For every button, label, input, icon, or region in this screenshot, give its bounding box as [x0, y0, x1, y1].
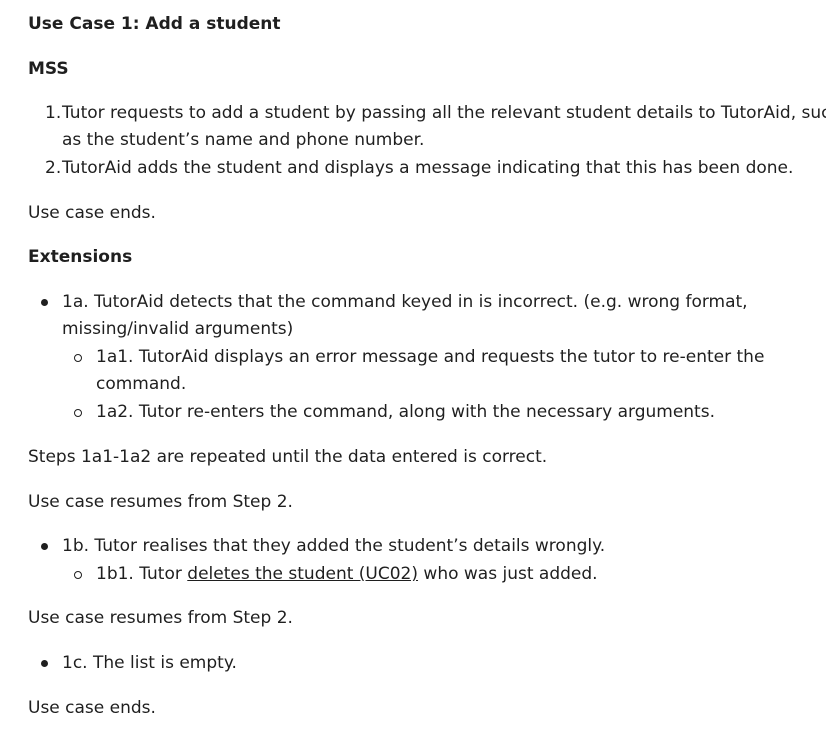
use-case-ends-text: Use case ends.: [28, 203, 156, 223]
mss-step-1-text: Tutor requests to add a student by passi…: [62, 103, 826, 123]
use-case-title: Use Case 1: Add a student: [28, 14, 281, 34]
extension-1a1-text: 1a1. TutorAid displays an error message …: [96, 347, 765, 367]
mss-step-2-text: TutorAid adds the student and displays a…: [62, 158, 794, 178]
steps-repeat-text: Steps 1a1-1a2 are repeated until the dat…: [28, 447, 548, 467]
extension-1a-text: 1a. TutorAid detects that the command ke…: [62, 292, 748, 312]
mss-step-1-number: 1.: [45, 103, 62, 123]
delete-student-link[interactable]: deletes the student (UC02): [187, 564, 418, 584]
extension-1b-text: 1b. Tutor realises that they added the s…: [62, 536, 606, 556]
extension-1a2-text: 1a2. Tutor re-enters the command, along …: [96, 402, 715, 422]
extension-1b1-prefix: 1b1. Tutor: [96, 564, 188, 584]
use-case-ends-text-2: Use case ends.: [28, 698, 156, 718]
bullet-dot-icon: [41, 543, 48, 550]
bullet-circle-icon: [74, 571, 82, 579]
extensions-heading: Extensions: [28, 247, 133, 267]
use-case-resumes-text: Use case resumes from Step 2.: [28, 492, 293, 512]
mss-heading: MSS: [28, 59, 69, 79]
extension-1b1-text: 1b1. Tutor deletes the student (UC02) wh…: [96, 562, 598, 586]
use-case-resumes-text-2: Use case resumes from Step 2.: [28, 608, 293, 628]
bullet-circle-icon: [74, 409, 82, 417]
extension-1a1-text-cont: command.: [96, 374, 187, 394]
extension-1b1-suffix: who was just added.: [418, 564, 598, 584]
mss-step-1-text-cont: as the student’s name and phone number.: [62, 130, 425, 150]
bullet-dot-icon: [41, 299, 48, 306]
extension-1a-text-cont: missing/invalid arguments): [62, 319, 294, 339]
mss-step-2-number: 2.: [45, 158, 62, 178]
bullet-dot-icon: [41, 660, 48, 667]
extension-1c-text: 1c. The list is empty.: [62, 653, 237, 673]
bullet-circle-icon: [74, 354, 82, 362]
